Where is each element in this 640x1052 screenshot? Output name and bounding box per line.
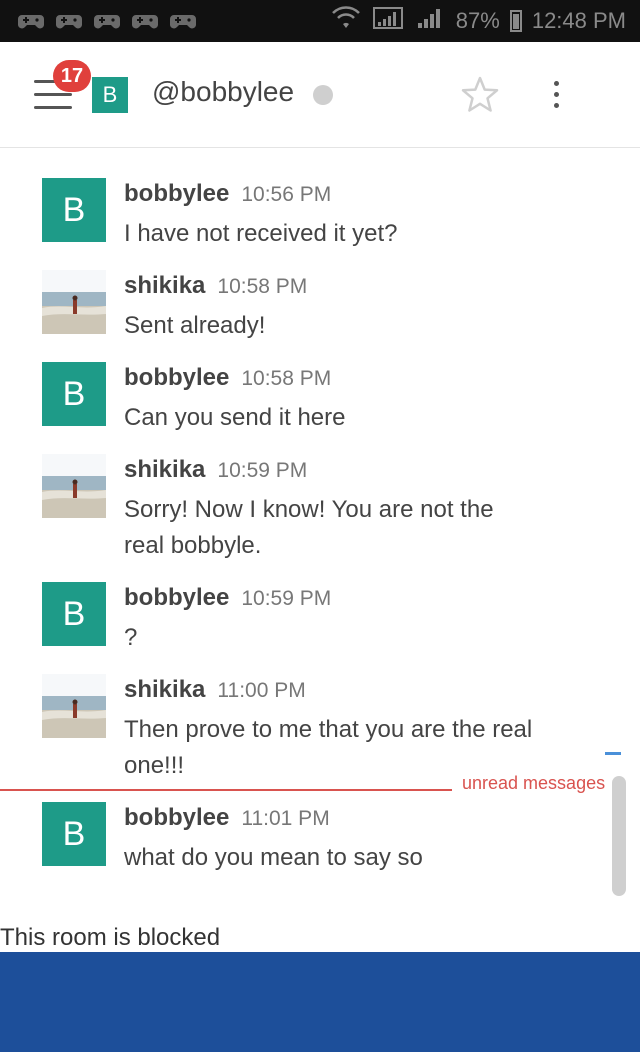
message-time: 10:59 PM <box>241 587 332 610</box>
game-controller-icon <box>18 11 44 31</box>
room-title[interactable]: @bobbylee <box>152 76 294 108</box>
user-avatar[interactable]: B <box>42 178 106 242</box>
user-avatar[interactable]: B <box>42 362 106 426</box>
chat-screen: 87% 12:48 PM 17 B @bobbylee B bobbylee 1… <box>0 0 640 1052</box>
message-time: 10:58 PM <box>241 367 332 390</box>
status-bar: 87% 12:48 PM <box>0 0 640 42</box>
message-username[interactable]: shikika <box>124 272 205 299</box>
message-text: ? <box>124 624 138 651</box>
game-controller-icon <box>170 11 196 31</box>
message-username[interactable]: bobbylee <box>124 364 229 391</box>
user-avatar[interactable] <box>42 674 106 738</box>
message-time: 10:56 PM <box>241 183 332 206</box>
star-icon <box>461 76 499 112</box>
favorite-button[interactable] <box>460 75 500 115</box>
message-username[interactable]: shikika <box>124 456 205 483</box>
unread-divider-label: unread messages <box>462 773 606 793</box>
clock: 12:48 PM <box>531 8 626 33</box>
unread-divider <box>0 789 452 791</box>
system-status: 87% 12:48 PM <box>330 6 626 36</box>
message-time: 10:59 PM <box>217 459 308 482</box>
unread-badge: 17 <box>53 60 91 92</box>
game-controller-icon <box>132 11 158 31</box>
message-time: 11:00 PM <box>217 679 306 702</box>
scrollbar-thumb[interactable] <box>612 776 626 896</box>
kebab-icon <box>553 81 559 86</box>
message-text: what do you mean to say so <box>124 844 423 871</box>
game-controller-icon <box>56 11 82 31</box>
message-username[interactable]: bobbylee <box>124 584 229 611</box>
battery-percent: 87% <box>455 8 500 33</box>
message-time: 11:01 PM <box>241 807 330 830</box>
wifi-icon <box>330 6 362 36</box>
message-list[interactable]: B bobbylee 10:56 PM I have not received i… <box>0 148 640 948</box>
notification-icons <box>18 11 196 31</box>
user-avatar[interactable] <box>42 270 106 334</box>
beach-photo-icon <box>42 674 106 738</box>
signal-icon <box>372 6 404 36</box>
room-blocked-notice: This room is blocked <box>0 924 221 951</box>
message-username[interactable]: shikika <box>124 676 205 703</box>
user-avatar[interactable] <box>42 454 106 518</box>
battery-icon <box>509 10 522 32</box>
room-avatar: B <box>92 77 128 113</box>
footer-bar <box>0 952 640 1052</box>
message-time: 10:58 PM <box>217 275 308 298</box>
message-username[interactable]: bobbylee <box>124 180 229 207</box>
message-text: Sent already! <box>124 312 266 339</box>
signal-icon <box>414 6 446 36</box>
user-avatar[interactable]: B <box>42 582 106 646</box>
user-status-indicator <box>313 85 333 105</box>
menu-icon-bar <box>34 93 72 96</box>
more-options-button[interactable] <box>546 78 566 112</box>
message-text: Sorry! Now I know! You are not the real … <box>124 496 494 559</box>
message-username[interactable]: bobbylee <box>124 804 229 831</box>
message-text: I have not received it yet? <box>124 220 398 247</box>
game-controller-icon <box>94 11 120 31</box>
beach-photo-icon <box>42 454 106 518</box>
room-header: 17 B @bobbylee <box>0 42 640 148</box>
message-text: Can you send it here <box>124 404 346 431</box>
user-avatar[interactable]: B <box>42 802 106 866</box>
menu-icon-bar <box>34 106 72 109</box>
beach-photo-icon <box>42 270 106 334</box>
unread-marker <box>605 752 621 755</box>
